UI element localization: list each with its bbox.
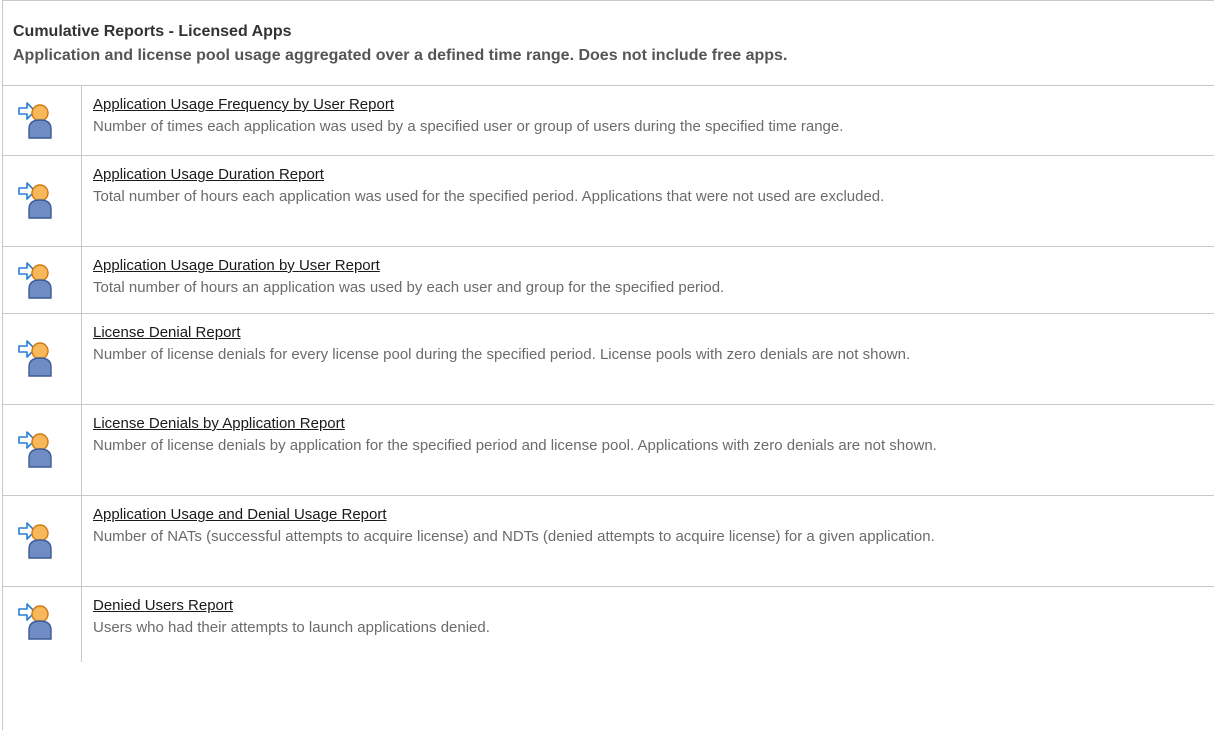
user-arrow-icon xyxy=(18,522,52,559)
report-row: Application Usage and Denial Usage Repor… xyxy=(3,496,1214,587)
section-title: Cumulative Reports - Licensed Apps xyxy=(13,23,292,40)
report-text-cell: License Denial Report Number of license … xyxy=(82,314,1214,404)
report-link[interactable]: Application Usage Duration Report xyxy=(93,165,324,185)
section-header: Cumulative Reports - Licensed Apps Appli… xyxy=(3,1,1214,86)
report-link[interactable]: License Denials by Application Report xyxy=(93,414,345,434)
report-link[interactable]: License Denial Report xyxy=(93,323,241,343)
report-row: Application Usage Frequency by User Repo… xyxy=(3,86,1214,156)
report-description: Users who had their attempts to launch a… xyxy=(93,619,490,636)
report-text-cell: Application Usage and Denial Usage Repor… xyxy=(82,496,1214,586)
user-arrow-icon xyxy=(18,102,52,139)
report-row: Application Usage Duration Report Total … xyxy=(3,156,1214,247)
report-description: Number of license denials by application… xyxy=(93,437,937,454)
user-arrow-icon xyxy=(18,182,52,219)
section-subtitle: Application and license pool usage aggre… xyxy=(13,47,788,64)
report-row: Application Usage Duration by User Repor… xyxy=(3,247,1214,314)
user-arrow-icon xyxy=(18,431,52,468)
report-text-cell: Application Usage Duration Report Total … xyxy=(82,156,1214,246)
report-row: Denied Users Report Users who had their … xyxy=(3,587,1214,662)
user-arrow-icon xyxy=(18,340,52,377)
user-arrow-icon xyxy=(18,603,52,640)
report-text-cell: Application Usage Duration by User Repor… xyxy=(82,247,1214,313)
report-text-cell: License Denials by Application Report Nu… xyxy=(82,405,1214,495)
report-description: Number of times each application was use… xyxy=(93,118,844,135)
report-link[interactable]: Application Usage Duration by User Repor… xyxy=(93,256,380,276)
report-link[interactable]: Application Usage Frequency by User Repo… xyxy=(93,95,394,115)
report-icon-cell xyxy=(3,314,82,404)
report-list: Application Usage Frequency by User Repo… xyxy=(3,86,1214,662)
report-text-cell: Denied Users Report Users who had their … xyxy=(82,587,1214,662)
report-description: Total number of hours each application w… xyxy=(93,188,885,205)
report-icon-cell xyxy=(3,247,82,313)
reports-panel: Cumulative Reports - Licensed Apps Appli… xyxy=(2,0,1214,730)
report-icon-cell xyxy=(3,156,82,246)
report-description: Total number of hours an application was… xyxy=(93,279,725,296)
report-description: Number of NATs (successful attempts to a… xyxy=(93,528,935,545)
report-icon-cell xyxy=(3,86,82,155)
report-icon-cell xyxy=(3,405,82,495)
report-link[interactable]: Denied Users Report xyxy=(93,596,233,616)
report-link[interactable]: Application Usage and Denial Usage Repor… xyxy=(93,505,387,525)
report-row: License Denial Report Number of license … xyxy=(3,314,1214,405)
report-row: License Denials by Application Report Nu… xyxy=(3,405,1214,496)
report-icon-cell xyxy=(3,496,82,586)
report-text-cell: Application Usage Frequency by User Repo… xyxy=(82,86,1214,155)
user-arrow-icon xyxy=(18,262,52,299)
report-icon-cell xyxy=(3,587,82,662)
report-description: Number of license denials for every lice… xyxy=(93,346,911,363)
